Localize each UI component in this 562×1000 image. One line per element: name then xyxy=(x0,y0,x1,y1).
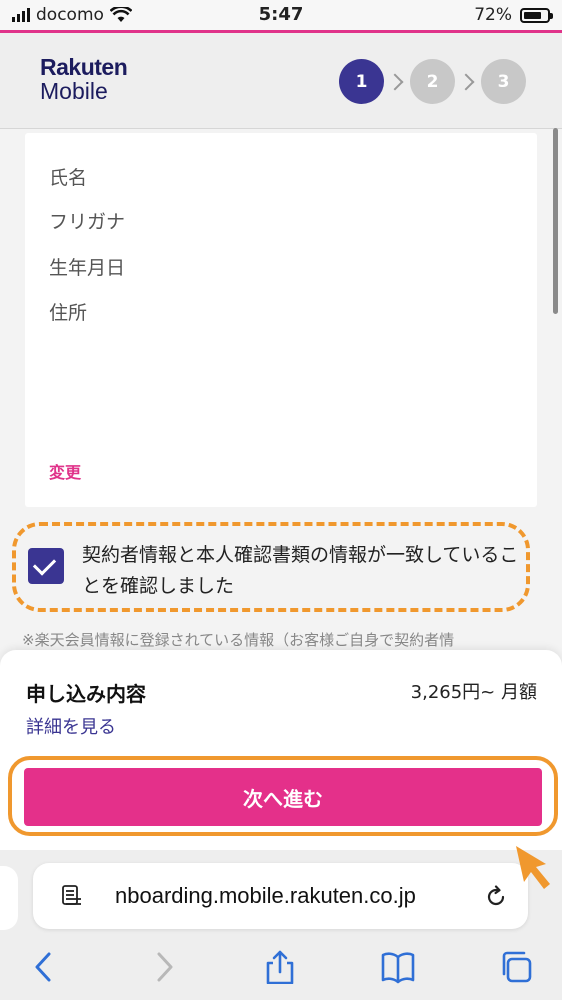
field-address: 住所 xyxy=(49,302,88,324)
step-2: 2 xyxy=(410,59,455,104)
header: Rakuten Mobile 1 2 3 xyxy=(0,33,562,129)
reload-icon[interactable] xyxy=(484,884,508,908)
previous-tab-peek[interactable] xyxy=(0,866,18,930)
browser-chrome: nboarding.mobile.rakuten.co.jp xyxy=(0,850,562,1000)
confirm-checkbox-row[interactable]: 契約者情報と本人確認書類の情報が一致していることを確認しました xyxy=(12,522,530,612)
field-name: 氏名 xyxy=(49,167,88,189)
chevron-right-icon xyxy=(457,73,475,90)
member-info-note: ※楽天会員情報に登録されている情報（お客様ご自身で契約者情 xyxy=(22,631,455,649)
logo-line1: Rakuten xyxy=(40,54,128,80)
battery: 72% xyxy=(474,5,553,25)
step-1: 1 xyxy=(339,59,384,104)
scrollbar[interactable] xyxy=(553,128,558,314)
contractor-info-card: 氏名 フリガナ 生年月日 住所 変更 xyxy=(25,133,537,507)
confirm-checkbox[interactable] xyxy=(28,548,64,584)
next-button-highlight: 次へ進む xyxy=(8,756,558,836)
chevron-right-icon xyxy=(386,73,404,90)
step-indicator: 1 2 3 xyxy=(339,59,526,104)
tabs-icon[interactable] xyxy=(498,950,534,984)
logo-line2: Mobile xyxy=(40,78,108,104)
change-link[interactable]: 変更 xyxy=(49,459,81,483)
battery-icon xyxy=(520,7,553,23)
field-birthdate: 生年月日 xyxy=(49,257,126,279)
summary-title: 申し込み内容 xyxy=(26,682,146,706)
view-details-link[interactable]: 詳細を見る xyxy=(26,713,116,739)
address-bar[interactable]: nboarding.mobile.rakuten.co.jp xyxy=(33,863,528,929)
back-icon[interactable] xyxy=(26,950,62,984)
page-menu-icon[interactable] xyxy=(61,885,83,907)
status-bar: docomo 5:47 72% xyxy=(0,0,562,30)
step-3: 3 xyxy=(481,59,526,104)
field-furigana: フリガナ xyxy=(49,211,126,233)
share-icon[interactable] xyxy=(262,950,298,984)
battery-percent: 72% xyxy=(474,5,512,25)
order-summary-sheet: 申し込み内容 詳細を見る 3,265円~ 月額 次へ進む xyxy=(0,650,562,850)
next-button[interactable]: 次へ進む xyxy=(24,768,542,826)
pointer-arrow-icon xyxy=(516,846,550,889)
bookmarks-icon[interactable] xyxy=(380,950,416,984)
monthly-price: 3,265円~ 月額 xyxy=(410,682,537,703)
forward-icon[interactable] xyxy=(146,950,182,984)
rakuten-mobile-logo[interactable]: Rakuten Mobile xyxy=(40,54,128,104)
confirm-label[interactable]: 契約者情報と本人確認書類の情報が一致していることを確認しました xyxy=(82,540,532,602)
url-text[interactable]: nboarding.mobile.rakuten.co.jp xyxy=(115,883,485,909)
